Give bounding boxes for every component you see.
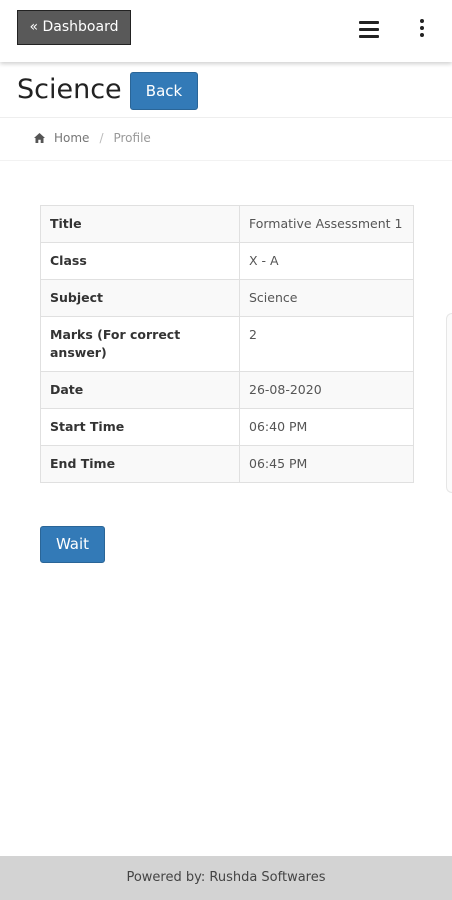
table-row: Date 26-08-2020 (40, 371, 414, 409)
top-app-bar: « Dashboard (0, 0, 452, 62)
row-value-marks: 2 (239, 316, 414, 372)
breadcrumb-current: Profile (113, 131, 151, 145)
breadcrumb-separator: / (99, 131, 104, 145)
breadcrumb-divider (0, 160, 452, 161)
wait-button[interactable]: Wait (40, 526, 105, 563)
home-icon (34, 133, 45, 143)
table-row: Class X - A (40, 242, 414, 280)
header-divider (0, 117, 452, 118)
table-row: Marks (For correct answer) 2 (40, 316, 414, 372)
row-value-class: X - A (239, 242, 414, 280)
row-label-marks: Marks (For correct answer) (40, 316, 240, 372)
row-label-title: Title (40, 205, 240, 243)
footer: Powered by: Rushda Softwares (0, 856, 452, 900)
row-label-start-time: Start Time (40, 408, 240, 446)
breadcrumb-home-link[interactable]: Home (54, 131, 89, 145)
row-label-end-time: End Time (40, 445, 240, 483)
row-label-subject: Subject (40, 279, 240, 317)
table-row: End Time 06:45 PM (40, 445, 414, 483)
page-title: Science (17, 74, 122, 105)
row-value-date: 26-08-2020 (239, 371, 414, 409)
side-scroll-handle[interactable] (446, 313, 452, 493)
row-value-end-time: 06:45 PM (239, 445, 414, 483)
row-value-start-time: 06:40 PM (239, 408, 414, 446)
breadcrumb: Home / Profile (34, 129, 151, 147)
assessment-details-table: Title Formative Assessment 1 Class X - A… (40, 205, 414, 483)
row-value-subject: Science (239, 279, 414, 317)
row-label-class: Class (40, 242, 240, 280)
row-label-date: Date (40, 371, 240, 409)
back-button[interactable]: Back (130, 72, 198, 110)
hamburger-menu-icon[interactable] (359, 21, 379, 38)
row-value-title: Formative Assessment 1 (239, 205, 414, 243)
table-row: Title Formative Assessment 1 (40, 205, 414, 243)
table-row: Start Time 06:40 PM (40, 408, 414, 446)
vertical-ellipsis-icon[interactable] (419, 19, 425, 39)
dashboard-button[interactable]: « Dashboard (17, 10, 131, 45)
table-row: Subject Science (40, 279, 414, 317)
